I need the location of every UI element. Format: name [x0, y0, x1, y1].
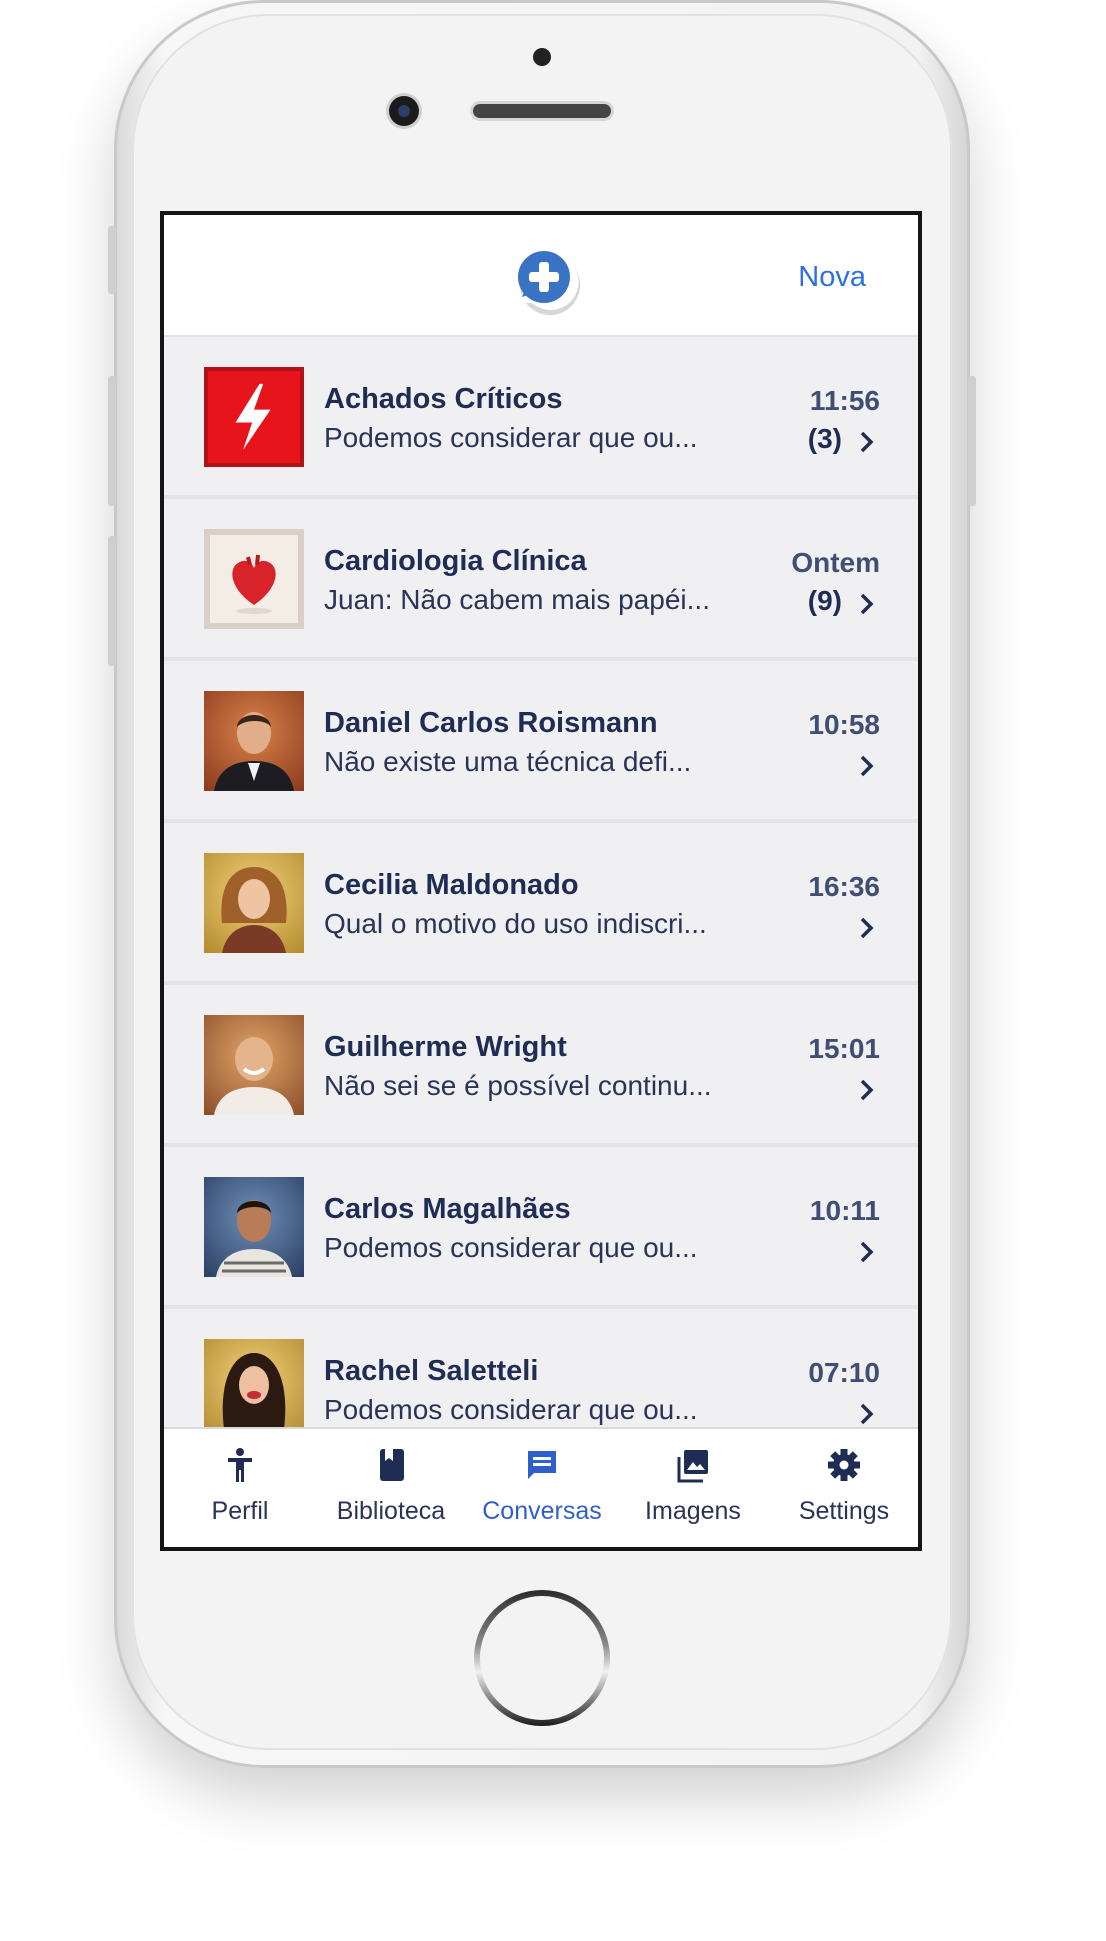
- avatar: [204, 691, 304, 791]
- conversation-name: Carlos Magalhães: [324, 1193, 571, 1225]
- top-bar: Nova: [164, 215, 918, 337]
- conversation-preview: Podemos considerar que ou...: [324, 1394, 698, 1425]
- avatar: [204, 1339, 304, 1439]
- app-logo-icon: [518, 251, 580, 315]
- proximity-sensor: [533, 48, 551, 66]
- conversation-preview: Qual o motivo do uso indiscri...: [324, 908, 707, 939]
- conversation-preview: Podemos considerar que ou...: [324, 1232, 698, 1263]
- conversation-preview: Podemos considerar que ou...: [324, 422, 698, 453]
- unread-count: (3): [807, 423, 842, 454]
- chevron-right-icon: [860, 431, 874, 453]
- power-button: [968, 376, 976, 506]
- tab-perfil[interactable]: Perfil: [165, 1429, 315, 1547]
- conversation-row[interactable]: Carlos Magalhães Podemos considerar que …: [164, 1147, 918, 1309]
- chevron-right-icon: [860, 917, 874, 939]
- volume-up-button: [108, 376, 116, 506]
- tab-imagens[interactable]: Imagens: [618, 1429, 768, 1547]
- conversation-preview: Não sei se é possível continu...: [324, 1070, 712, 1101]
- chevron-right-icon: [860, 1403, 874, 1425]
- front-camera: [389, 96, 419, 126]
- chevron-right-icon: [860, 1079, 874, 1101]
- conversation-time: 16:36: [808, 871, 880, 902]
- new-conversation-button[interactable]: Nova: [798, 261, 866, 294]
- conversation-time: 11:56: [809, 385, 880, 416]
- volume-down-button: [108, 536, 116, 666]
- conversation-row[interactable]: Guilherme Wright Não sei se é possível c…: [164, 985, 918, 1147]
- gear-icon: [828, 1449, 860, 1481]
- avatar: [204, 1015, 304, 1115]
- mute-switch: [108, 226, 116, 294]
- conversation-time: Ontem: [791, 547, 880, 578]
- tab-settings[interactable]: Settings: [769, 1429, 918, 1547]
- home-button[interactable]: [474, 1590, 610, 1726]
- conversation-name: Achados Críticos: [324, 383, 563, 415]
- images-icon: [677, 1450, 708, 1483]
- conversation-time: 07:10: [808, 1357, 880, 1388]
- conversation-time: 10:58: [808, 709, 880, 740]
- conversation-name: Daniel Carlos Roismann: [324, 707, 658, 739]
- conversation-row[interactable]: Achados Críticos Podemos considerar que …: [164, 337, 918, 499]
- heart-icon: [204, 529, 304, 629]
- chevron-right-icon: [860, 1241, 874, 1263]
- conversation-row[interactable]: Daniel Carlos Roismann Não existe uma té…: [164, 661, 918, 823]
- conversation-name: Cecilia Maldonado: [324, 869, 579, 901]
- tab-label: Perfil: [211, 1497, 269, 1525]
- tab-conversas[interactable]: Conversas: [467, 1429, 617, 1547]
- app-screen: Nova Achados Críticos Podemos considerar…: [160, 211, 922, 1551]
- book-icon: [380, 1449, 404, 1481]
- conversation-time: 10:11: [809, 1195, 880, 1226]
- person-icon: [228, 1448, 252, 1482]
- conversation-name: Guilherme Wright: [324, 1031, 567, 1063]
- tab-biblioteca[interactable]: Biblioteca: [316, 1429, 466, 1547]
- earpiece-speaker: [473, 104, 611, 118]
- unread-count: (9): [807, 585, 842, 616]
- conversation-preview: Não existe uma técnica defi...: [324, 746, 692, 777]
- avatar: [204, 1177, 304, 1277]
- conversation-name: Cardiologia Clínica: [324, 545, 587, 577]
- conversation-list: Achados Críticos Podemos considerar que …: [164, 337, 918, 1471]
- chevron-right-icon: [860, 593, 874, 615]
- chevron-right-icon: [860, 755, 874, 777]
- conversation-preview: Juan: Não cabem mais papéi...: [324, 584, 710, 615]
- conversation-row[interactable]: Cardiologia Clínica Juan: Não cabem mais…: [164, 499, 918, 661]
- tab-label: Settings: [798, 1497, 890, 1525]
- tab-bar: Perfil Biblioteca Conversas Imagens Sett…: [164, 1427, 918, 1547]
- tab-label: Imagens: [645, 1497, 741, 1525]
- chat-icon: [528, 1451, 556, 1479]
- conversation-row[interactable]: Cecilia Maldonado Qual o motivo do uso i…: [164, 823, 918, 985]
- conversation-name: Rachel Saletteli: [324, 1355, 539, 1387]
- tab-label: Biblioteca: [336, 1497, 446, 1525]
- avatar: [204, 853, 304, 953]
- conversation-time: 15:01: [808, 1033, 880, 1064]
- tab-label: Conversas: [482, 1497, 602, 1525]
- alert-bolt-icon: [204, 367, 304, 467]
